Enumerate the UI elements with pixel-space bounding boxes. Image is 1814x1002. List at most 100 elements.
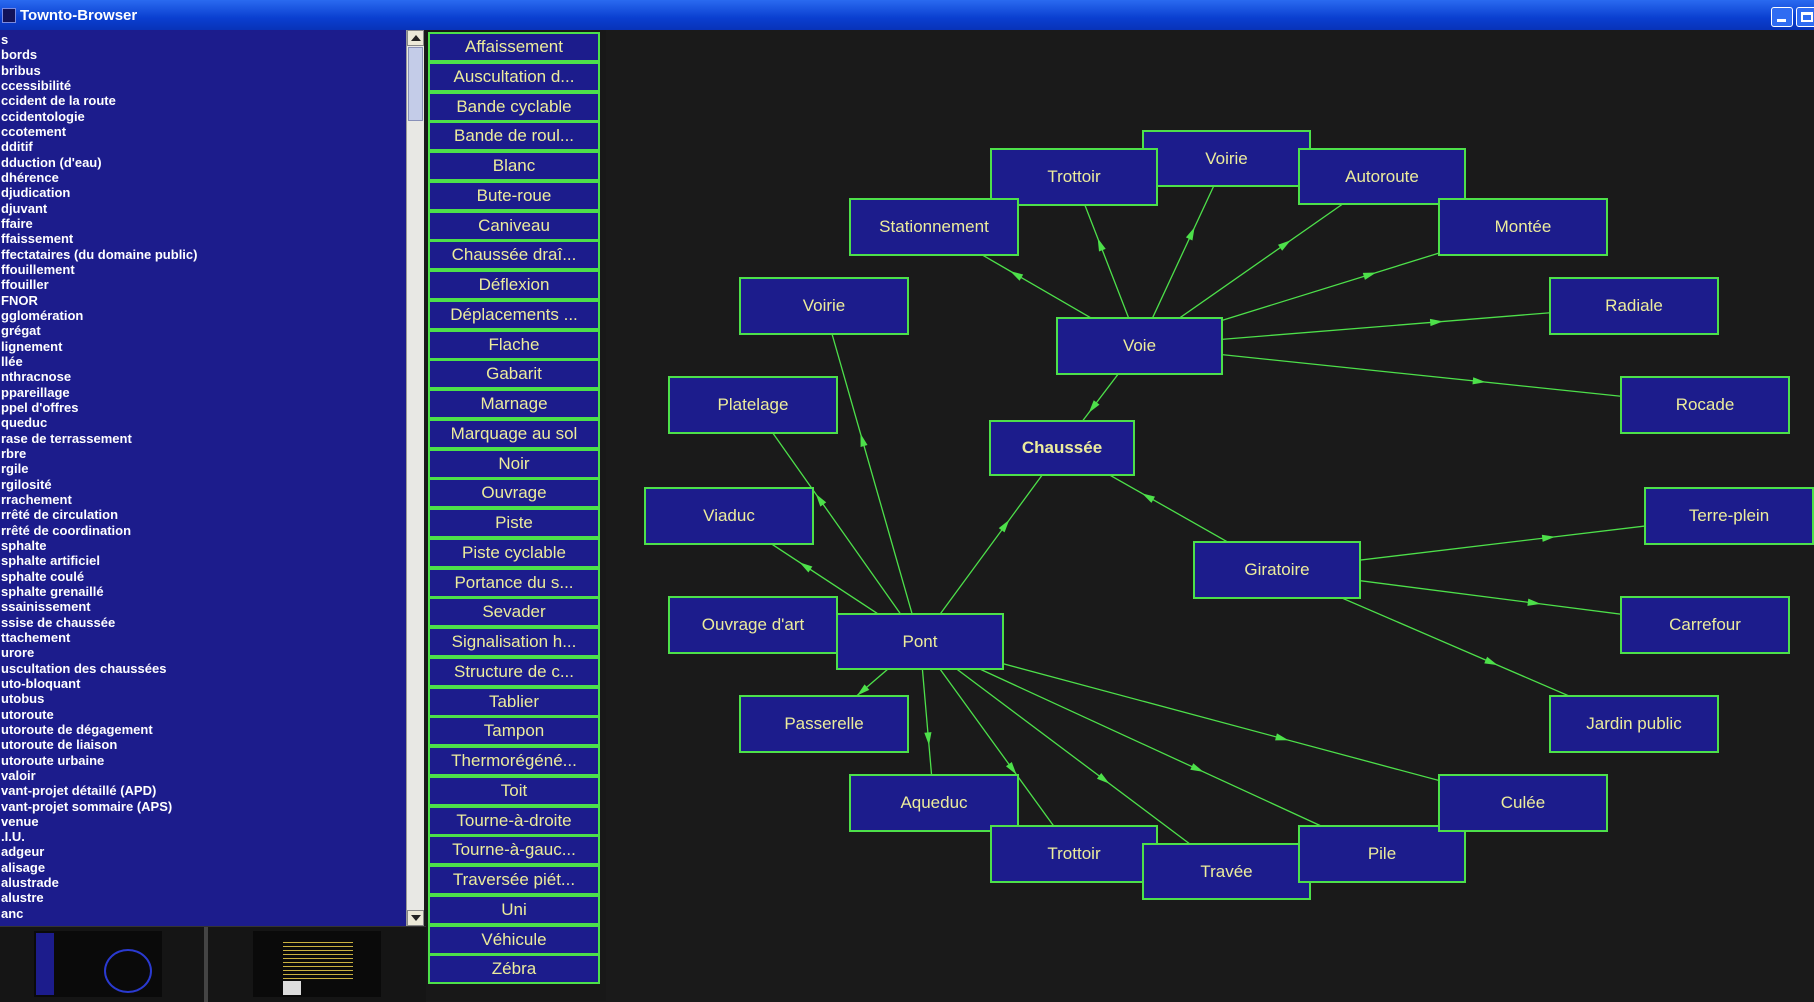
minimize-button[interactable] (1771, 7, 1793, 27)
graph-node-stationnement[interactable]: Stationnement (849, 198, 1019, 256)
word-list-item[interactable]: rrêté de circulation (1, 507, 118, 522)
graph-view-thumbnail[interactable] (34, 931, 162, 997)
word-list-item[interactable]: ffectataires (du domaine public) (1, 247, 197, 262)
term-item[interactable]: Portance du s... (428, 567, 600, 598)
term-item[interactable]: Marquage au sol (428, 418, 600, 449)
word-list-item[interactable]: sphalte (1, 538, 47, 553)
graph-node-carrefour[interactable]: Carrefour (1620, 596, 1790, 654)
word-list-item[interactable]: .I.U. (1, 829, 25, 844)
term-item[interactable]: Tablier (428, 686, 600, 717)
word-list-item[interactable]: utobus (1, 691, 44, 706)
term-item[interactable]: Zébra (428, 954, 600, 985)
term-item[interactable]: Flache (428, 329, 600, 360)
graph-node-jardin-public[interactable]: Jardin public (1549, 695, 1719, 753)
graph-node-radiale[interactable]: Radiale (1549, 277, 1719, 335)
graph-node-terre-plein[interactable]: Terre-plein (1644, 487, 1814, 545)
graph-node-pont[interactable]: Pont (836, 613, 1004, 670)
word-list-item[interactable]: rrachement (1, 492, 72, 507)
word-list-item[interactable]: dduction (d'eau) (1, 155, 102, 170)
term-item[interactable]: Bande cyclable (428, 91, 600, 122)
scroll-thumb[interactable] (408, 47, 423, 121)
word-list-item[interactable]: bribus (1, 63, 41, 78)
word-list-item[interactable]: ffouiller (1, 277, 49, 292)
word-list-item[interactable]: ffaissement (1, 231, 73, 246)
term-item[interactable]: Traversée piét... (428, 865, 600, 895)
word-list-item[interactable]: alustrade (1, 875, 59, 890)
term-item[interactable]: Déplacements ... (428, 299, 600, 330)
word-list-item[interactable]: ffouillement (1, 262, 75, 277)
word-list-item[interactable]: uto-bloquant (1, 676, 80, 691)
term-item[interactable]: Blanc (428, 151, 600, 181)
word-list-item[interactable]: venue (1, 814, 39, 829)
word-list-item[interactable]: dditif (1, 139, 33, 154)
word-list-item[interactable]: djuvant (1, 201, 47, 216)
word-list-item[interactable]: rgilosité (1, 477, 52, 492)
word-list-item[interactable]: sphalte artificiel (1, 553, 100, 568)
word-list-item[interactable]: ffaire (1, 216, 33, 231)
word-list-item[interactable]: anc (1, 906, 23, 921)
graph-node-rocade[interactable]: Rocade (1620, 376, 1790, 434)
term-item[interactable]: Tourne-à-droite (428, 805, 600, 836)
term-item[interactable]: Gabarit (428, 359, 600, 390)
term-item[interactable]: Uni (428, 894, 600, 925)
term-item[interactable]: Marnage (428, 389, 600, 419)
word-list-item[interactable]: valoir (1, 768, 36, 783)
graph-node-aqueduc[interactable]: Aqueduc (849, 774, 1019, 832)
word-list-item[interactable]: djudication (1, 185, 70, 200)
word-list-item[interactable]: ccotement (1, 124, 66, 139)
word-list-item[interactable]: utoroute de liaison (1, 737, 117, 752)
word-list-item[interactable]: lignement (1, 339, 62, 354)
word-list-item[interactable]: utoroute de dégagement (1, 722, 153, 737)
graph-node-voie[interactable]: Voie (1056, 317, 1223, 375)
graph-node-travee[interactable]: Travée (1142, 843, 1311, 900)
word-list-item[interactable]: ccessibilité (1, 78, 71, 93)
term-item[interactable]: Noir (428, 448, 600, 479)
scroll-down-button[interactable] (407, 910, 424, 926)
term-item[interactable]: Véhicule (428, 924, 600, 955)
word-list-item[interactable]: s (1, 32, 8, 47)
graph-node-montee[interactable]: Montée (1438, 198, 1608, 256)
maximize-button[interactable] (1796, 7, 1814, 27)
word-list-item[interactable]: nthracnose (1, 369, 71, 384)
word-list-item[interactable]: ppareillage (1, 385, 70, 400)
word-list-item[interactable]: gglomération (1, 308, 83, 323)
graph-node-platelage[interactable]: Platelage (668, 376, 838, 434)
graph-node-culee[interactable]: Culée (1438, 774, 1608, 832)
word-list-item[interactable]: adgeur (1, 844, 44, 859)
word-list-item[interactable]: rbre (1, 446, 26, 461)
word-list-item[interactable]: utoroute urbaine (1, 753, 104, 768)
term-item[interactable]: Signalisation h... (428, 627, 600, 657)
word-list-item[interactable]: urore (1, 645, 34, 660)
term-item[interactable]: Auscultation d... (428, 61, 600, 92)
word-list-item[interactable]: sphalte grenaillé (1, 584, 104, 599)
graph-node-passerelle[interactable]: Passerelle (739, 695, 909, 753)
term-item[interactable]: Bande de roul... (428, 121, 600, 152)
word-list-item[interactable]: ssainissement (1, 599, 91, 614)
term-item[interactable]: Affaissement (428, 32, 600, 62)
text-view-thumbnail[interactable] (253, 931, 381, 997)
graph-node-trottoir-bottom[interactable]: Trottoir (990, 825, 1158, 883)
term-item[interactable]: Ouvrage (428, 478, 600, 509)
term-item[interactable]: Déflexion (428, 270, 600, 300)
term-item[interactable]: Toit (428, 775, 600, 806)
word-list-item[interactable]: ttachement (1, 630, 70, 645)
graph-node-voirie-left[interactable]: Voirie (739, 277, 909, 335)
word-list-item[interactable]: ppel d'offres (1, 400, 79, 415)
term-item[interactable]: Thermorégéné... (428, 746, 600, 776)
word-list-item[interactable]: utoroute (1, 707, 54, 722)
word-list-item[interactable]: alisage (1, 860, 45, 875)
word-list-item[interactable]: ccidentologie (1, 109, 85, 124)
graph-node-voirie-top[interactable]: Voirie (1142, 130, 1311, 187)
term-item[interactable]: Piste cyclable (428, 537, 600, 568)
word-list-item[interactable]: ccident de la route (1, 93, 116, 108)
word-list-item[interactable]: rase de terrassement (1, 431, 132, 446)
graph-node-ouvrage-art[interactable]: Ouvrage d'art (668, 596, 838, 654)
term-item[interactable]: Sevader (428, 597, 600, 628)
word-list-item[interactable]: bords (1, 47, 37, 62)
word-list-item[interactable]: rgile (1, 461, 28, 476)
term-item[interactable]: Structure de c... (428, 656, 600, 687)
term-item[interactable]: Caniveau (428, 210, 600, 241)
word-list-item[interactable]: ssise de chaussée (1, 615, 115, 630)
term-item[interactable]: Tourne-à-gauc... (428, 835, 600, 866)
scroll-up-button[interactable] (407, 30, 424, 46)
